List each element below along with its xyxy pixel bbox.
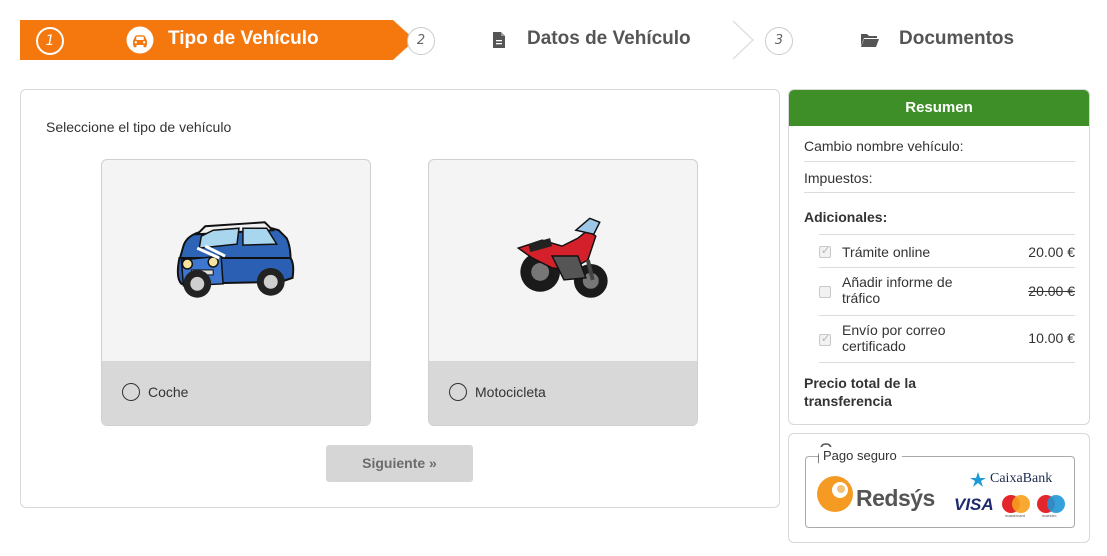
redsys-logo-text: Redsýs <box>856 485 935 512</box>
addon-label: Añadir informe de tráfico <box>842 274 953 306</box>
addon-certified-mail[interactable]: ✓ Envío por correo certificado 10.00 € <box>819 321 1075 359</box>
car-icon <box>126 26 154 54</box>
option-label[interactable]: Coche <box>148 384 188 400</box>
step-1-label: Tipo de Vehículo <box>168 28 319 49</box>
divider <box>804 192 1075 193</box>
divider <box>819 267 1075 268</box>
option-card-car[interactable]: Coche <box>101 159 371 426</box>
maestro-logo-icon <box>1037 495 1065 513</box>
step-1-number: 1 <box>36 27 64 55</box>
summary-header: Resumen <box>789 90 1089 126</box>
divider <box>804 161 1075 162</box>
next-button[interactable]: Siguiente » <box>326 445 473 482</box>
summary-row-name-change: Cambio nombre vehículo: <box>804 138 964 154</box>
addon-price: 10.00 € <box>1028 330 1075 346</box>
secure-payment-legend: Pago seguro <box>819 447 902 465</box>
motorcycle-image <box>516 217 608 298</box>
addon-price: 20.00 € <box>1028 283 1075 299</box>
secure-payment-panel: Redsýs CaixaBank VISA mastercard maestro… <box>788 433 1090 543</box>
mastercard-logo-icon <box>1002 495 1030 513</box>
addon-label: Envío por correo certificado <box>842 322 946 354</box>
step-3-label[interactable]: Documentos <box>899 28 1014 50</box>
step-1-active[interactable]: 1 Tipo de Vehículo <box>20 20 393 60</box>
total-label: Precio total de la transferencia <box>804 375 917 409</box>
radio-motocicleta[interactable] <box>449 383 467 401</box>
visa-logo: VISA <box>954 495 994 514</box>
vehicle-type-panel: Seleccione el tipo de vehículo Coche Mot… <box>20 89 780 508</box>
step-separator-chevron <box>732 20 755 60</box>
addon-price: 20.00 € <box>1028 244 1075 260</box>
folder-icon <box>861 34 879 47</box>
addon-label: Trámite online <box>842 244 931 260</box>
stepper: 1 Tipo de Vehículo 2 Datos de Vehículo 3… <box>20 20 1090 60</box>
addon-checkbox[interactable] <box>819 286 831 298</box>
option-footer[interactable]: Coche <box>102 361 370 425</box>
payment-logos-box: Redsýs CaixaBank VISA mastercard maestro <box>805 456 1075 528</box>
step-3-number: 3 <box>765 27 793 55</box>
panel-title: Seleccione el tipo de vehículo <box>46 119 232 135</box>
option-footer[interactable]: Motocicleta <box>429 361 697 425</box>
option-card-motorcycle[interactable]: Motocicleta <box>428 159 698 426</box>
redsys-text: Redsýs <box>856 485 935 511</box>
addon-checkbox[interactable]: ✓ <box>819 333 831 346</box>
mastercard-text: mastercard <box>1005 513 1026 518</box>
file-icon <box>493 32 505 48</box>
addon-checkbox[interactable]: ✓ <box>819 245 831 258</box>
redsys-logo-icon <box>817 476 853 512</box>
caixabank-logo: CaixaBank <box>990 471 1053 486</box>
addon-online[interactable]: ✓ Trámite online 20.00 € <box>819 242 1075 264</box>
addons-title: Adicionales: <box>804 209 888 225</box>
radio-coche[interactable] <box>122 383 140 401</box>
caixabank-star-icon <box>970 472 986 487</box>
maestro-text: maestro <box>1042 513 1057 518</box>
option-label[interactable]: Motocicleta <box>475 384 546 400</box>
summary-panel: Resumen Cambio nombre vehículo: Impuesto… <box>788 89 1090 425</box>
step-2-label[interactable]: Datos de Vehículo <box>527 28 691 50</box>
step-2-number: 2 <box>407 27 435 55</box>
divider <box>819 315 1075 316</box>
summary-row-taxes: Impuestos: <box>804 170 873 186</box>
addon-traffic-report[interactable]: Añadir informe de tráfico 20.00 € <box>819 273 1075 311</box>
divider <box>819 362 1075 363</box>
car-image <box>176 221 295 298</box>
divider <box>819 234 1075 235</box>
